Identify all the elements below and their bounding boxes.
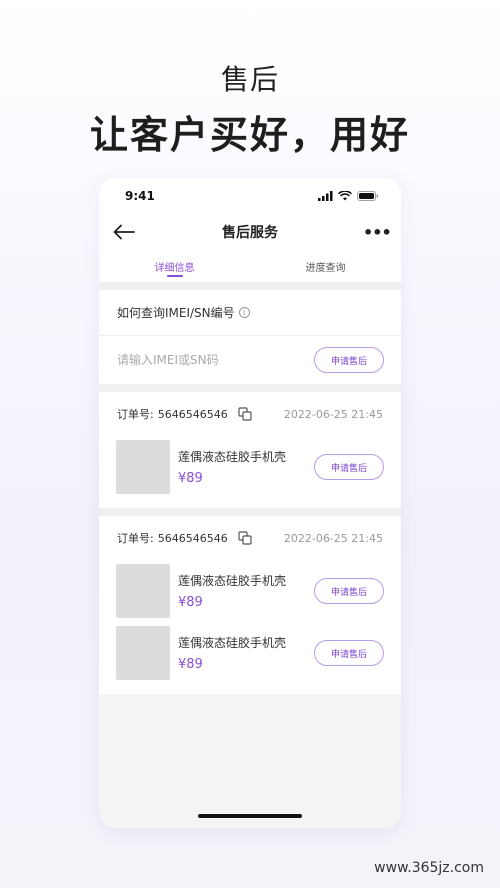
apply-after-sales-button[interactable]: 申请售后	[314, 347, 384, 373]
signal-icon	[318, 191, 333, 201]
product-thumbnail	[116, 564, 170, 618]
product-name: 莲偶液态硅胶手机壳	[178, 636, 287, 650]
order-time: 2022-06-25 21:45	[283, 531, 383, 545]
order-label: 订单号:	[117, 408, 154, 421]
status-bar: 9:41	[99, 178, 401, 214]
info-icon[interactable]: i	[238, 307, 250, 318]
back-arrow-icon[interactable]	[113, 220, 137, 244]
imei-input-row: 申请售后	[99, 336, 401, 384]
tab-bar: 详细信息 进度查询	[99, 250, 401, 282]
apply-after-sales-button[interactable]: 申请售后	[314, 578, 384, 604]
more-icon[interactable]: •••	[363, 223, 392, 242]
order-card: 订单号: 5646546546 2022-06-25 21:45 莲偶液态硅胶手…	[99, 516, 401, 694]
product-row: 莲偶液态硅胶手机壳 ¥89 申请售后	[99, 622, 401, 684]
promo-subtitle: 售后	[220, 63, 279, 96]
product-name: 莲偶液态硅胶手机壳	[178, 574, 287, 588]
apply-after-sales-button[interactable]: 申请售后	[314, 454, 384, 480]
product-info: 莲偶液态硅胶手机壳 ¥89	[178, 634, 314, 672]
order-card: 订单号: 5646546546 2022-06-25 21:45 莲偶液态硅胶手…	[99, 392, 401, 508]
product-thumbnail	[116, 440, 170, 494]
wifi-icon	[338, 191, 352, 201]
tab-details[interactable]: 详细信息	[99, 259, 250, 277]
product-info: 莲偶液态硅胶手机壳 ¥89	[178, 448, 314, 486]
order-header: 订单号: 5646546546 2022-06-25 21:45	[99, 516, 401, 560]
order-time: 2022-06-25 21:45	[283, 407, 383, 421]
status-icons	[318, 191, 379, 201]
imei-help-text: 如何查询IMEI/SN编号	[117, 306, 235, 320]
imei-input[interactable]	[117, 353, 287, 367]
order-number: 5646546546	[157, 407, 228, 421]
tab-label: 详细信息	[154, 262, 195, 274]
product-row: 莲偶液态硅胶手机壳 ¥89 申请售后	[99, 436, 401, 498]
divider	[99, 282, 401, 290]
product-price: ¥89	[178, 471, 203, 486]
status-time: 9:41	[125, 189, 155, 203]
order-number: 5646546546	[157, 531, 228, 545]
imei-help-row[interactable]: 如何查询IMEI/SN编号 i	[99, 290, 401, 336]
order-header: 订单号: 5646546546 2022-06-25 21:45	[99, 392, 401, 436]
nav-bar: 售后服务 •••	[99, 214, 401, 250]
product-row: 莲偶液态硅胶手机壳 ¥89 申请售后	[99, 560, 401, 622]
divider	[99, 384, 401, 392]
tab-label: 进度查询	[305, 262, 346, 274]
home-indicator	[198, 814, 302, 818]
apply-after-sales-button[interactable]: 申请售后	[314, 640, 384, 666]
order-number-group: 订单号: 5646546546	[117, 406, 252, 422]
product-price: ¥89	[178, 657, 203, 672]
watermark: www.365jz.com	[374, 860, 484, 876]
promo-title: 让客户买好，用好	[89, 113, 410, 157]
tab-progress[interactable]: 进度查询	[250, 259, 401, 274]
tab-active-indicator	[166, 274, 183, 277]
copy-icon[interactable]	[238, 531, 252, 545]
order-label: 订单号:	[117, 532, 154, 545]
product-thumbnail	[116, 626, 170, 680]
order-number-group: 订单号: 5646546546	[117, 530, 252, 546]
divider	[99, 508, 401, 516]
battery-icon	[357, 191, 379, 201]
product-info: 莲偶液态硅胶手机壳 ¥89	[178, 572, 314, 610]
product-name: 莲偶液态硅胶手机壳	[178, 450, 287, 464]
header-area: 9:41 售后服务 ••• 详细信息 进度查询	[99, 178, 401, 282]
imei-section: 如何查询IMEI/SN编号 i 申请售后	[99, 290, 401, 384]
page-title: 售后服务	[222, 225, 278, 241]
product-price: ¥89	[178, 595, 203, 610]
copy-icon[interactable]	[238, 407, 252, 421]
phone-screen: 9:41 售后服务 ••• 详细信息 进度查询 如何查询IMEI/SN编号 i …	[99, 178, 401, 828]
